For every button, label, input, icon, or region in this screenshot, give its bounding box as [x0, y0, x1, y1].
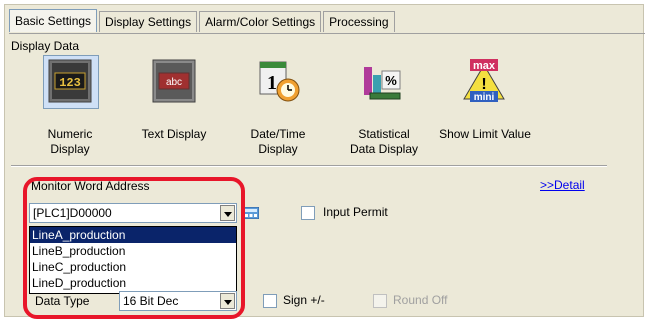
- date-time-caption: Date/Time Display: [243, 127, 313, 157]
- caption-line: Show Limit Value: [439, 127, 531, 141]
- numeric-display-icon[interactable]: 123: [48, 59, 92, 103]
- svg-text:max: max: [473, 60, 496, 72]
- statistical-data-icon[interactable]: %: [360, 59, 404, 103]
- statistical-data-caption: Statistical Data Display: [341, 127, 427, 157]
- caption-line: Text Display: [141, 127, 207, 141]
- caption-line: Display: [50, 142, 90, 156]
- keypad-icon[interactable]: [242, 206, 260, 220]
- text-display-icon[interactable]: abc: [152, 59, 196, 103]
- caption-line: Data Display: [349, 142, 419, 156]
- svg-text:123: 123: [59, 76, 81, 90]
- svg-text:abc: abc: [166, 77, 182, 88]
- settings-panel: Basic Settings Display Settings Alarm/Co…: [4, 4, 645, 319]
- sign-label: Sign +/-: [283, 293, 325, 307]
- tab-divider: [9, 33, 645, 34]
- input-permit-checkbox[interactable]: [301, 206, 315, 220]
- detail-link[interactable]: >>Detail: [540, 178, 585, 192]
- caption-line: Display: [258, 142, 298, 156]
- date-time-icon[interactable]: 1: [257, 59, 301, 103]
- numeric-display-caption: Numeric Display: [41, 127, 99, 157]
- tab-alarm-color-settings[interactable]: Alarm/Color Settings: [199, 11, 322, 32]
- sign-checkbox[interactable]: [263, 294, 277, 308]
- tab-display-settings[interactable]: Display Settings: [99, 11, 198, 32]
- round-off-checkbox: [373, 294, 387, 308]
- display-data-label: Display Data: [11, 39, 80, 53]
- round-off-label: Round Off: [393, 293, 448, 307]
- tab-processing[interactable]: Processing: [323, 11, 395, 32]
- text-display-caption: Text Display: [133, 127, 215, 142]
- caption-line: Statistical: [358, 127, 410, 141]
- tab-basic-settings[interactable]: Basic Settings: [9, 9, 98, 32]
- svg-text:%: %: [385, 73, 397, 88]
- limit-value-caption: Show Limit Value: [433, 127, 537, 142]
- section-divider: [11, 165, 607, 166]
- caption-line: Numeric: [47, 127, 93, 141]
- svg-text:1: 1: [267, 72, 277, 94]
- red-highlight-outline: [23, 177, 245, 319]
- input-permit-label: Input Permit: [323, 205, 388, 219]
- tab-bar: Basic Settings Display Settings Alarm/Co…: [9, 9, 397, 33]
- limit-value-icon[interactable]: max ! mini: [462, 59, 506, 103]
- caption-line: Date/Time: [250, 127, 306, 141]
- svg-text:!: !: [481, 76, 486, 93]
- svg-text:mini: mini: [474, 92, 495, 103]
